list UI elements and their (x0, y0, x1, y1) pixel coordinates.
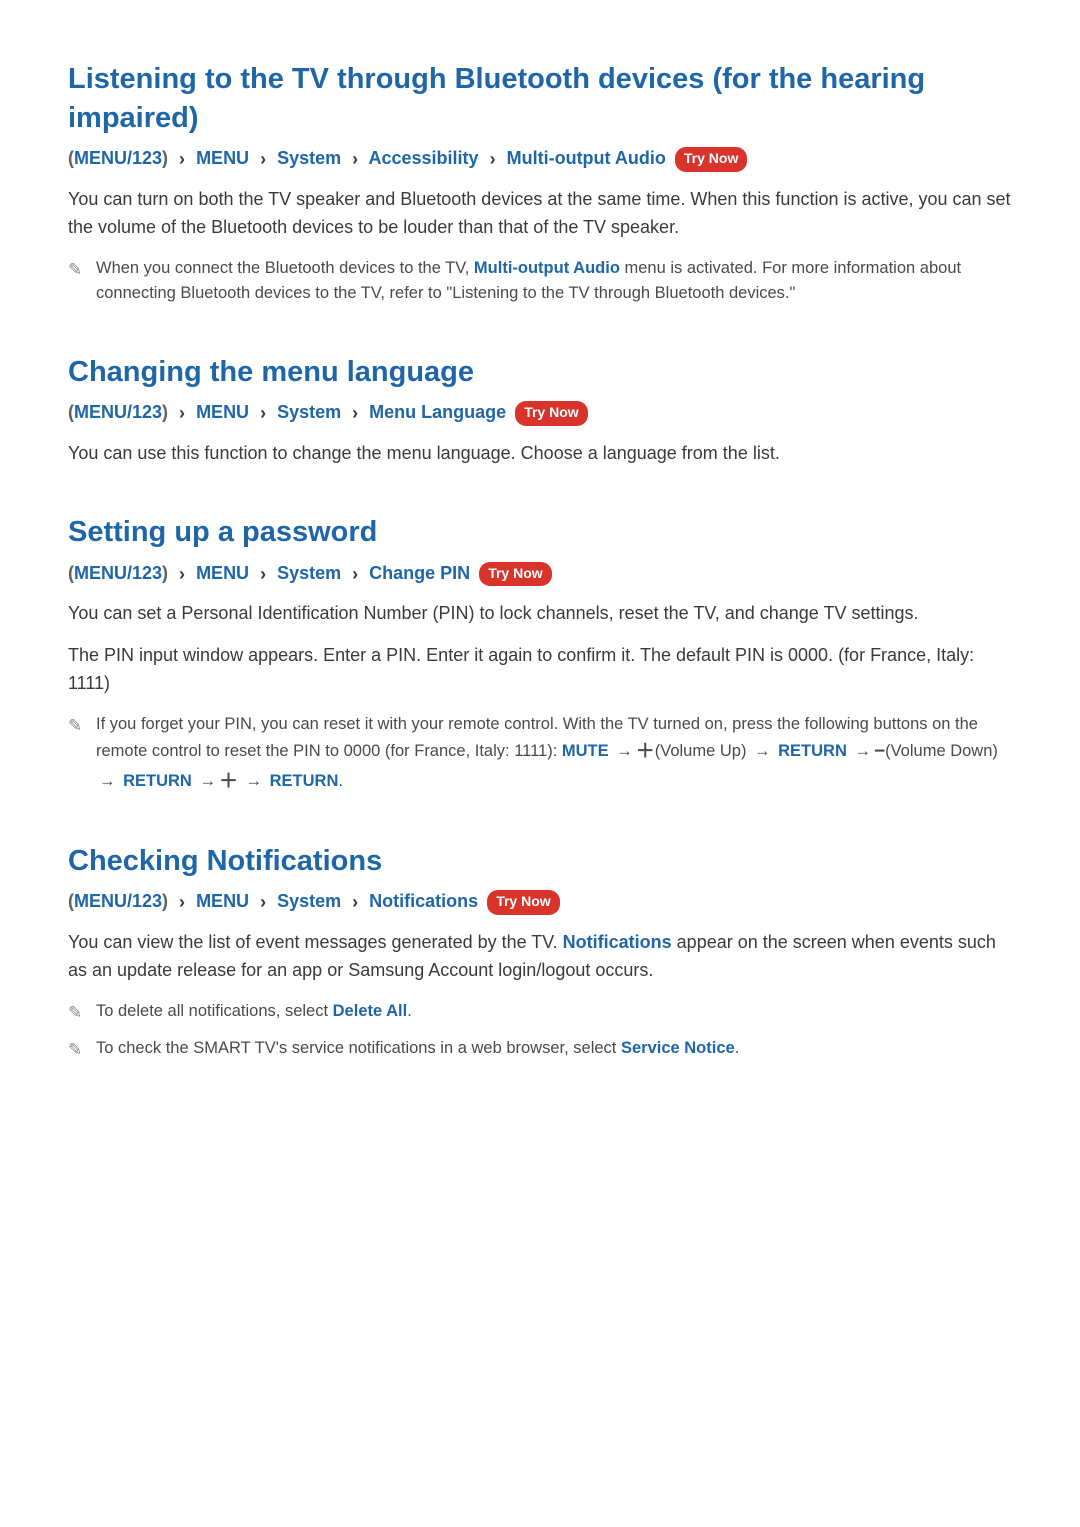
crumb-item: MENU (196, 402, 249, 422)
chevron-right-icon: › (179, 401, 185, 426)
section-notifications: Checking Notifications (MENU/123) › MENU… (68, 842, 1012, 1063)
try-now-badge[interactable]: Try Now (487, 890, 559, 915)
crumb-item: MENU (196, 148, 249, 168)
note: ✎ To delete all notifications, select De… (68, 999, 1012, 1026)
note: ✎ If you forget your PIN, you can reset … (68, 712, 1012, 796)
note-text: When you connect the Bluetooth devices t… (96, 256, 1012, 307)
try-now-badge[interactable]: Try Now (479, 562, 551, 587)
crumb-item: Change PIN (369, 563, 470, 583)
chevron-right-icon: › (260, 401, 266, 426)
chevron-right-icon: › (260, 147, 266, 172)
chevron-right-icon: › (260, 562, 266, 587)
section-title: Setting up a password (68, 513, 1012, 552)
crumb-item: System (277, 148, 341, 168)
chevron-right-icon: › (260, 890, 266, 915)
note: ✎ When you connect the Bluetooth devices… (68, 256, 1012, 307)
chevron-right-icon: › (490, 147, 496, 172)
breadcrumb: (MENU/123) › MENU › System › Menu Langua… (68, 400, 1012, 426)
highlight-term: Service Notice (621, 1039, 735, 1057)
note: ✎ To check the SMART TV's service notifi… (68, 1036, 1012, 1063)
highlight-term: Notifications (563, 932, 672, 952)
section-title: Changing the menu language (68, 353, 1012, 392)
section-title: Checking Notifications (68, 842, 1012, 881)
chevron-right-icon: › (179, 890, 185, 915)
chevron-right-icon: › (352, 562, 358, 587)
try-now-badge[interactable]: Try Now (675, 147, 747, 172)
pencil-icon: ✎ (68, 256, 96, 283)
breadcrumb: (MENU/123) › MENU › System › Notificatio… (68, 889, 1012, 915)
note-text: If you forget your PIN, you can reset it… (96, 712, 1012, 796)
chevron-right-icon: › (179, 147, 185, 172)
crumb-item: Accessibility (369, 148, 479, 168)
note-text: To check the SMART TV's service notifica… (96, 1036, 1012, 1062)
highlight-term: Delete All (333, 1002, 408, 1020)
button-return: RETURN (778, 742, 847, 760)
plus-icon: ＋ (219, 771, 238, 792)
section-password: Setting up a password (MENU/123) › MENU … (68, 513, 1012, 796)
pencil-icon: ✎ (68, 712, 96, 739)
crumb-item: System (277, 402, 341, 422)
pencil-icon: ✎ (68, 999, 96, 1026)
crumb-item: Menu Language (369, 402, 506, 422)
crumb-item: System (277, 891, 341, 911)
plus-icon: ＋ (636, 741, 655, 762)
section-bluetooth-hearing: Listening to the TV through Bluetooth de… (68, 60, 1012, 307)
paragraph: You can use this function to change the … (68, 440, 1012, 468)
paragraph: You can set a Personal Identification Nu… (68, 600, 1012, 628)
minus-icon: − (874, 741, 885, 762)
pencil-icon: ✎ (68, 1036, 96, 1063)
paragraph: You can view the list of event messages … (68, 929, 1012, 985)
chevron-right-icon: › (352, 147, 358, 172)
section-menu-language: Changing the menu language (MENU/123) › … (68, 353, 1012, 468)
button-return: RETURN (270, 772, 339, 790)
crumb-item: Multi-output Audio (507, 148, 666, 168)
section-title: Listening to the TV through Bluetooth de… (68, 60, 1012, 138)
highlight-term: Multi-output Audio (474, 259, 620, 277)
breadcrumb: (MENU/123) › MENU › System › Change PIN … (68, 561, 1012, 587)
chevron-right-icon: › (179, 562, 185, 587)
paragraph: You can turn on both the TV speaker and … (68, 186, 1012, 242)
chevron-right-icon: › (352, 890, 358, 915)
button-return: RETURN (123, 772, 192, 790)
crumb-item: System (277, 563, 341, 583)
chevron-right-icon: › (352, 401, 358, 426)
crumb-item: MENU (196, 563, 249, 583)
crumb-menu123: MENU/123 (74, 148, 162, 168)
button-mute: MUTE (562, 742, 609, 760)
crumb-menu123: MENU/123 (74, 563, 162, 583)
paragraph: The PIN input window appears. Enter a PI… (68, 642, 1012, 698)
note-text: To delete all notifications, select Dele… (96, 999, 1012, 1025)
try-now-badge[interactable]: Try Now (515, 401, 587, 426)
crumb-menu123: MENU/123 (74, 891, 162, 911)
breadcrumb: (MENU/123) › MENU › System › Accessibili… (68, 146, 1012, 172)
crumb-menu123: MENU/123 (74, 402, 162, 422)
crumb-item: Notifications (369, 891, 478, 911)
crumb-item: MENU (196, 891, 249, 911)
